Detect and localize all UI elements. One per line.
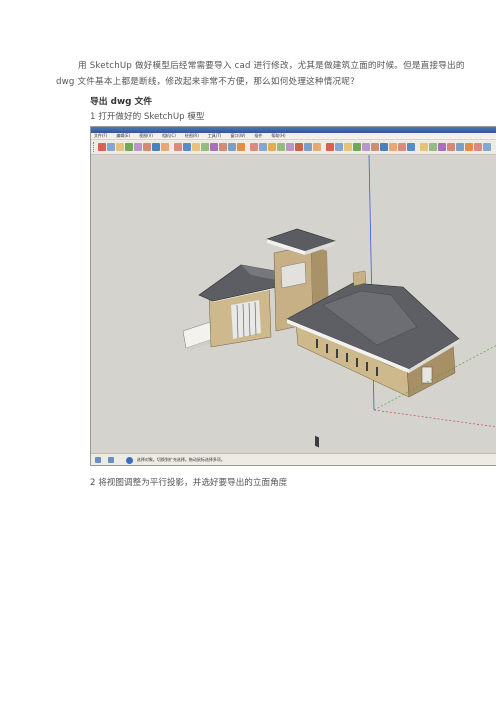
menu-item[interactable]: 编辑(E) xyxy=(116,133,130,139)
sketchup-screenshot: 文件(F) 编辑(E) 视图(V) 相机(C) 绘图(R) 工具(T) 窗口(W) 插件 帮助(… xyxy=(90,126,496,466)
toolbar-tool-button[interactable] xyxy=(277,143,285,151)
toolbar-tool-button[interactable] xyxy=(398,143,406,151)
status-bar: 选择对象。切换到扩充选择。拖动鼠标选择多项。 xyxy=(91,453,496,465)
document-page: 用 SketchUp 做好模型后经常需要导入 cad 进行修改，尤其是做建筑立面… xyxy=(0,0,496,702)
menu-item[interactable]: 工具(T) xyxy=(208,133,222,139)
step-2-text: 2 将视图调整为平行投影，并选好要导出的立面角度 xyxy=(90,478,288,488)
info-icon xyxy=(125,456,133,464)
toolbar-grip xyxy=(93,142,96,152)
toolbar-tool-button[interactable] xyxy=(304,143,312,151)
toolbar-tool-button[interactable] xyxy=(335,143,343,151)
toolbar-tool-button[interactable] xyxy=(219,143,227,151)
status-select-icon xyxy=(95,457,101,463)
toolbar-tool-button[interactable] xyxy=(228,143,236,151)
toolbar-tool-button[interactable] xyxy=(465,143,473,151)
menu-item[interactable]: 窗口(W) xyxy=(230,133,245,139)
toolbar-tool-button[interactable] xyxy=(250,143,258,151)
right-wing-side-window xyxy=(421,366,433,384)
red-axis xyxy=(373,409,496,428)
section-heading: 导出 dwg 文件 xyxy=(90,97,153,107)
toolbar-tool-button[interactable] xyxy=(295,143,303,151)
toolbar xyxy=(91,140,496,155)
toolbar-tool-button[interactable] xyxy=(134,143,142,151)
toolbar-tool-button[interactable] xyxy=(174,143,182,151)
menu-item[interactable]: 相机(C) xyxy=(162,133,176,139)
toolbar-tool-button[interactable] xyxy=(201,143,209,151)
toolbar-tool-button[interactable] xyxy=(161,143,169,151)
toolbar-tool-button[interactable] xyxy=(286,143,294,151)
right-wing-windows xyxy=(315,435,319,448)
toolbar-tool-button[interactable] xyxy=(447,143,455,151)
toolbar-tool-button[interactable] xyxy=(371,143,379,151)
toolbar-tool-button[interactable] xyxy=(380,143,388,151)
toolbar-tool-button[interactable] xyxy=(98,143,106,151)
menu-bar: 文件(F) 编辑(E) 视图(V) 相机(C) 绘图(R) 工具(T) 窗口(W) 插件 帮助(… xyxy=(91,133,496,140)
toolbar-tool-button[interactable] xyxy=(362,143,370,151)
menu-item[interactable]: 帮助(H) xyxy=(271,133,285,139)
toolbar-tool-button[interactable] xyxy=(210,143,218,151)
toolbar-tool-button[interactable] xyxy=(353,143,361,151)
toolbar-tool-button[interactable] xyxy=(116,143,124,151)
status-text: 选择对象。切换到扩充选择。拖动鼠标选择多项。 xyxy=(136,457,225,462)
toolbar-tool-button[interactable] xyxy=(429,143,437,151)
toolbar-tool-button[interactable] xyxy=(420,143,428,151)
toolbar-tool-button[interactable] xyxy=(313,143,321,151)
toolbar-tool-button[interactable] xyxy=(474,143,482,151)
building-model xyxy=(182,154,496,448)
toolbar-tool-button[interactable] xyxy=(438,143,446,151)
menu-item[interactable]: 绘图(R) xyxy=(185,133,199,139)
toolbar-tool-button[interactable] xyxy=(326,143,334,151)
toolbar-tool-button[interactable] xyxy=(259,143,267,151)
menu-item[interactable]: 文件(F) xyxy=(94,133,107,139)
left-wing-window-band xyxy=(231,300,261,339)
toolbar-tool-button[interactable] xyxy=(143,143,151,151)
toolbar-tool-button[interactable] xyxy=(152,143,160,151)
intro-paragraph: 用 SketchUp 做好模型后经常需要导入 cad 进行修改，尤其是做建筑立面… xyxy=(56,61,465,87)
menu-item[interactable]: 插件 xyxy=(254,133,262,139)
toolbar-tool-button[interactable] xyxy=(192,143,200,151)
toolbar-tool-button[interactable] xyxy=(389,143,397,151)
toolbar-tool-button[interactable] xyxy=(237,143,245,151)
toolbar-tool-button[interactable] xyxy=(107,143,115,151)
toolbar-tool-button[interactable] xyxy=(483,143,491,151)
toolbar-tool-button[interactable] xyxy=(456,143,464,151)
menu-item[interactable]: 视图(V) xyxy=(139,133,153,139)
toolbar-tool-button[interactable] xyxy=(407,143,415,151)
toolbar-tool-button[interactable] xyxy=(183,143,191,151)
toolbar-tool-button[interactable] xyxy=(268,143,276,151)
step-1-text: 1 打开做好的 SketchUp 模型 xyxy=(90,112,205,122)
toolbar-tool-button[interactable] xyxy=(344,143,352,151)
model-viewport xyxy=(91,154,496,453)
toolbar-tool-button[interactable] xyxy=(125,143,133,151)
status-geo-icon xyxy=(108,457,115,463)
